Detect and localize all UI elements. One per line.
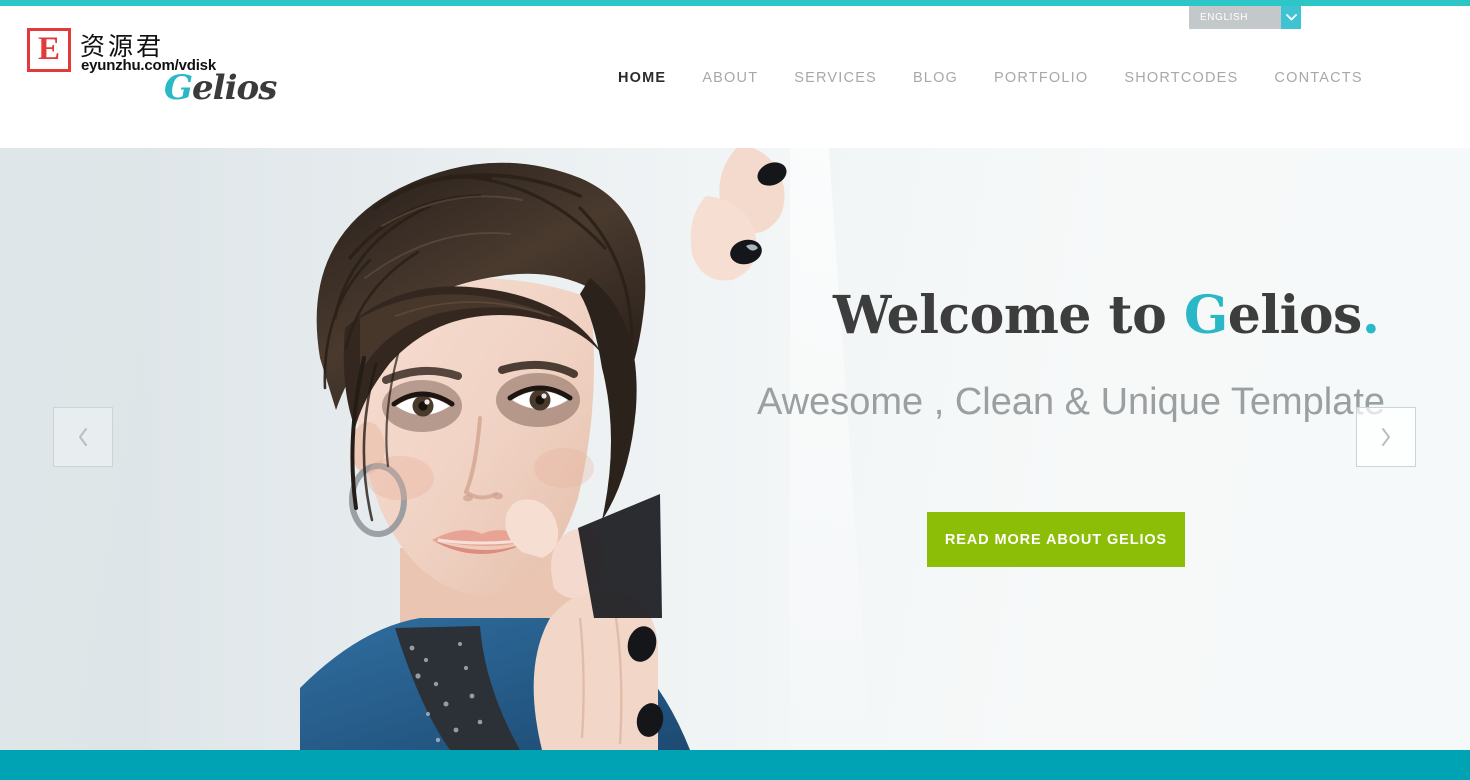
logo-e-letter: E [30, 31, 68, 69]
language-selector[interactable]: ENGLISH [1189, 6, 1301, 29]
nav-item-blog[interactable]: BLOG [895, 64, 976, 92]
main-navigation: HOME ABOUT SERVICES BLOG PORTFOLIO SHORT… [600, 64, 1381, 92]
chevron-down-icon[interactable] [1281, 6, 1301, 29]
logo-e-mark: E [27, 28, 71, 72]
bottom-accent-bar [0, 750, 1470, 780]
page-root: E 资源君 eyunzhu.com/vdisk Gelios HOME ABOU… [0, 0, 1470, 780]
chevron-right-icon [1380, 427, 1392, 447]
nav-item-contacts[interactable]: CONTACTS [1256, 64, 1380, 92]
slider-prev-button[interactable] [53, 407, 113, 467]
language-selected-box[interactable]: ENGLISH [1189, 6, 1281, 29]
hero-title: Welcome to Gelios. [833, 285, 1380, 346]
hero-subtitle: Awesome , Clean & Unique Template [757, 381, 1386, 423]
nav-item-services[interactable]: SERVICES [776, 64, 895, 92]
site-logo[interactable]: E 资源君 eyunzhu.com/vdisk Gelios [24, 20, 284, 115]
nav-item-home[interactable]: HOME [600, 64, 684, 92]
hero-title-accent-letter: G [1183, 285, 1228, 346]
logo-brand-initial: G [164, 68, 193, 108]
read-more-button[interactable]: READ MORE ABOUT GELIOS [927, 512, 1185, 567]
nav-item-about[interactable]: ABOUT [684, 64, 776, 92]
hero-model-image [150, 148, 790, 750]
slider-next-button[interactable] [1356, 407, 1416, 467]
nav-item-portfolio[interactable]: PORTFOLIO [976, 64, 1106, 92]
logo-brand-name: Gelios [164, 68, 277, 108]
language-selected-label: ENGLISH [1200, 12, 1249, 23]
hero-slider: Welcome to Gelios. Awesome , Clean & Uni… [0, 148, 1470, 750]
logo-brand-rest: elios [192, 68, 277, 108]
chevron-left-icon [77, 427, 89, 447]
hero-title-prefix: Welcome to [833, 285, 1184, 346]
hero-title-period: . [1361, 285, 1380, 346]
nav-item-shortcodes[interactable]: SHORTCODES [1106, 64, 1256, 92]
hero-title-rest: elios [1227, 285, 1363, 346]
